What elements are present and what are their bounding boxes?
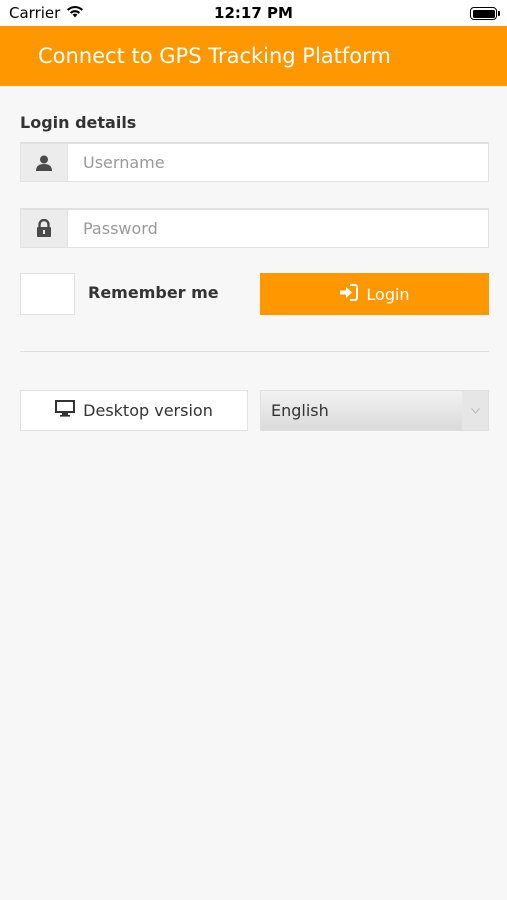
remember-me-checkbox[interactable] [20,273,75,315]
remember-me-label: Remember me [88,283,219,302]
page-title: Connect to GPS Tracking Platform [38,44,391,68]
login-details-heading: Login details [20,113,137,132]
login-button[interactable]: Login [260,273,489,315]
battery-icon [470,7,500,20]
username-input[interactable] [68,144,488,181]
status-time: 12:17 PM [214,4,293,22]
username-row [20,142,489,182]
sign-in-icon [339,283,359,305]
desktop-version-label: Desktop version [83,401,213,420]
user-icon [21,144,68,181]
chevron-down-icon [462,391,488,430]
status-bar: Carrier 12:17 PM [0,0,507,26]
password-row [20,208,489,248]
divider [20,351,489,352]
monitor-icon [55,400,76,421]
password-input[interactable] [68,210,488,247]
desktop-version-button[interactable]: Desktop version [20,390,248,431]
lock-icon [21,210,68,247]
language-selected-value: English [271,401,329,420]
login-button-label: Login [366,284,410,304]
language-select[interactable]: English [260,390,489,431]
app-header: Connect to GPS Tracking Platform [0,26,507,86]
